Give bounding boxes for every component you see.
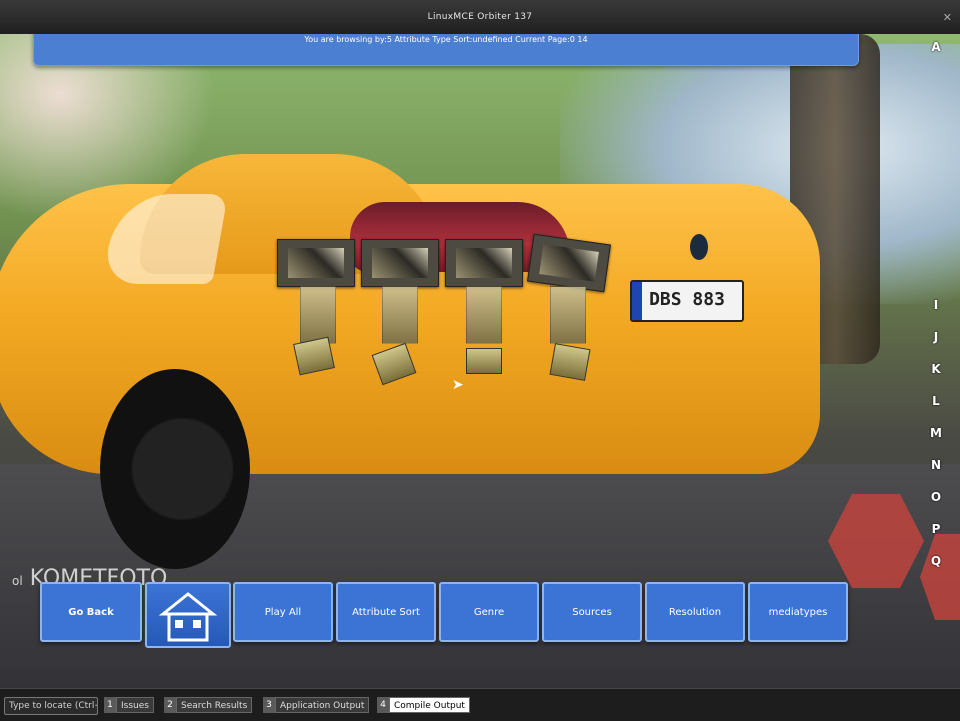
- alpha-jump-o[interactable]: O: [922, 490, 950, 504]
- media-thumbnail[interactable]: [361, 239, 439, 287]
- alpha-jump-p[interactable]: P: [922, 522, 950, 536]
- home-button[interactable]: [145, 582, 231, 648]
- ide-status-bar: Type to locate (Ctrl+K) 1 Issues 2 Searc…: [0, 688, 960, 721]
- watermark-prefix: ol: [12, 574, 23, 588]
- go-back-button[interactable]: Go Back: [40, 582, 142, 642]
- media-thumbnail[interactable]: [445, 239, 523, 287]
- resolution-button[interactable]: Resolution: [645, 582, 745, 642]
- tab-application-output[interactable]: 3 Application Output: [263, 697, 370, 713]
- media-preview-strip: [466, 286, 502, 344]
- browse-status-banner: You are browsing by:5 Attribute Type Sor…: [33, 34, 859, 66]
- tab-search-results[interactable]: 2 Search Results: [164, 697, 253, 713]
- tab-label: Issues: [116, 697, 154, 713]
- tab-number: 2: [164, 697, 176, 713]
- media-preview-strip: [382, 286, 418, 344]
- media-cover-card[interactable]: [549, 343, 591, 381]
- alpha-jump-n[interactable]: N: [922, 458, 950, 472]
- mouse-cursor-icon: ➤: [452, 377, 464, 393]
- tab-number: 3: [263, 697, 275, 713]
- sources-button[interactable]: Sources: [542, 582, 642, 642]
- tab-issues[interactable]: 1 Issues: [104, 697, 154, 713]
- car-logo: [690, 234, 708, 260]
- alpha-jump-k[interactable]: K: [922, 362, 950, 376]
- close-icon[interactable]: ✕: [943, 11, 952, 24]
- alpha-jump-m[interactable]: M: [922, 426, 950, 440]
- home-icon: [158, 592, 218, 642]
- media-cover-card[interactable]: [466, 348, 502, 374]
- window-titlebar: LinuxMCE Orbiter 137 ✕: [0, 0, 960, 35]
- mediatypes-button[interactable]: mediatypes: [748, 582, 848, 642]
- tab-label: Application Output: [275, 697, 370, 713]
- tab-label: Search Results: [176, 697, 253, 713]
- car-license-plate: DBS 883: [630, 280, 744, 322]
- tab-number: 1: [104, 697, 116, 713]
- genre-button[interactable]: Genre: [439, 582, 539, 642]
- car-wheel: [100, 369, 250, 569]
- window-title: LinuxMCE Orbiter 137: [427, 12, 533, 22]
- alpha-jump-l[interactable]: L: [922, 394, 950, 408]
- tab-compile-output[interactable]: 4 Compile Output: [377, 697, 470, 713]
- tab-number: 4: [377, 697, 389, 713]
- attribute-sort-button[interactable]: Attribute Sort: [336, 582, 436, 642]
- locator-input[interactable]: Type to locate (Ctrl+K): [4, 697, 98, 715]
- play-all-button[interactable]: Play All: [233, 582, 333, 642]
- alpha-jump-a[interactable]: A: [922, 40, 950, 54]
- media-thumbnail[interactable]: [277, 239, 355, 287]
- alpha-jump-j[interactable]: J: [922, 330, 950, 344]
- tab-label: Compile Output: [389, 697, 470, 713]
- media-preview-strip: [550, 286, 586, 344]
- alpha-jump-q[interactable]: Q: [922, 554, 950, 568]
- alpha-jump-i[interactable]: I: [922, 298, 950, 312]
- media-preview-strip: [300, 286, 336, 344]
- browse-status-text: You are browsing by:5 Attribute Type Sor…: [304, 35, 588, 44]
